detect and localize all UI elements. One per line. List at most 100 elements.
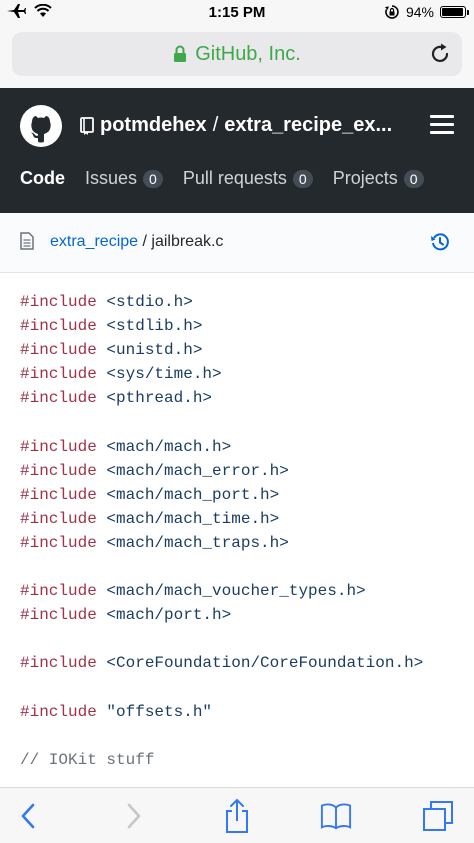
safari-top-bar: GitHub, Inc. — [0, 26, 474, 88]
battery-fill — [442, 8, 463, 16]
code-include-path: <pthread.h> — [96, 389, 213, 408]
code-include-path: <mach/mach_error.h> — [96, 461, 289, 480]
code-line: #include <unistd.h> — [20, 338, 474, 362]
code-include-path: <mach/mach_port.h> — [96, 485, 280, 504]
tab-projects[interactable]: Projects 0 — [333, 168, 424, 189]
reload-icon[interactable] — [428, 42, 452, 66]
code-keyword: #include — [20, 509, 97, 528]
code-include-path: <unistd.h> — [96, 341, 203, 360]
code-keyword: #include — [20, 461, 97, 480]
status-right: 94% — [384, 4, 469, 20]
lock-icon — [174, 45, 187, 62]
code-include-path: <mach/mach_traps.h> — [96, 533, 289, 552]
share-button[interactable] — [221, 798, 253, 833]
breadcrumb-file: jailbreak.c — [151, 233, 224, 250]
battery-icon — [440, 6, 469, 18]
breadcrumb: extra_recipe / jailbreak.c — [50, 233, 223, 251]
menu-bar — [430, 123, 454, 126]
projects-counter: 0 — [403, 169, 424, 188]
code-include-path: <mach/port.h> — [96, 606, 232, 625]
code-keyword: #include — [20, 654, 97, 673]
tabs-icon — [423, 801, 453, 831]
code-line: #include <stdlib.h> — [20, 314, 474, 338]
repo-separator: / — [212, 114, 219, 136]
back-button[interactable] — [12, 800, 44, 832]
code-line: #include <mach/mach.h> — [20, 435, 474, 459]
code-keyword: #include — [20, 293, 97, 311]
issues-counter: 0 — [143, 169, 163, 188]
tab-code-label: Code — [20, 168, 65, 188]
code-include-path: <CoreFoundation/CoreFoundation.h> — [96, 654, 424, 673]
tab-issues-label: Issues — [85, 168, 138, 188]
history-icon[interactable] — [430, 232, 450, 252]
menu-bar — [430, 115, 454, 118]
tab-projects-label: Projects — [332, 168, 398, 188]
code-line: #include "offsets.h" — [20, 700, 474, 724]
code-line: #include <mach/mach_time.h> — [20, 507, 474, 531]
code-comment: // IOKit stuff — [20, 750, 155, 769]
safari-toolbar — [0, 787, 474, 843]
code-line: #include <mach/mach_traps.h> — [20, 531, 474, 555]
code-include-path: <stdlib.h> — [96, 317, 203, 336]
breadcrumb-separator: / — [138, 233, 152, 250]
code-line: #include <mach/mach_voucher_types.h> — [20, 579, 474, 603]
code-line: #include <CoreFoundation/CoreFoundation.… — [20, 651, 474, 675]
tab-pull-requests-label: Pull requests — [182, 168, 287, 188]
github-header: potmdehex / extra_recipe_ex... Code Issu… — [0, 88, 474, 213]
code-include-path: <mach/mach_voucher_types.h> — [96, 582, 366, 601]
address-bar[interactable]: GitHub, Inc. — [12, 32, 462, 76]
code-keyword: #include — [20, 437, 97, 456]
code-keyword: #include — [20, 317, 97, 336]
code-include-path: "offsets.h" — [96, 702, 213, 721]
menu-icon[interactable] — [430, 115, 454, 135]
code-include-path: <mach/mach.h> — [96, 437, 232, 456]
file-icon — [20, 232, 34, 250]
code-keyword: #include — [20, 341, 97, 360]
back-icon — [21, 803, 35, 829]
code-line: #include <mach/port.h> — [20, 603, 474, 627]
code-keyword: #include — [20, 702, 97, 721]
tab-issues[interactable]: Issues 0 — [85, 168, 163, 189]
code-keyword: #include — [20, 365, 97, 384]
github-logo-icon[interactable] — [20, 105, 62, 147]
code-line: #include <mach/mach_error.h> — [20, 459, 474, 483]
tabs-button[interactable] — [422, 800, 454, 832]
code-line: #include <mach/mach_port.h> — [20, 483, 474, 507]
menu-bar — [430, 131, 454, 134]
code-line: #include <stdio.h> — [20, 290, 474, 314]
address-text: GitHub, Inc. — [195, 42, 301, 65]
code-include-path: <mach/mach_time.h> — [96, 509, 280, 528]
tab-code[interactable]: Code — [20, 168, 65, 189]
repo-icon — [80, 116, 94, 135]
code-line: #include <pthread.h> — [20, 386, 474, 410]
bookmarks-icon — [320, 803, 352, 830]
code-keyword: #include — [20, 485, 97, 504]
repo-title: potmdehex / extra_recipe_ex... — [80, 114, 392, 137]
code-include-path: <sys/time.h> — [96, 365, 222, 384]
repo-name[interactable]: extra_recipe_ex... — [224, 114, 392, 137]
code-keyword: #include — [20, 533, 97, 552]
battery-percent: 94% — [405, 4, 434, 20]
forward-button[interactable] — [118, 800, 150, 832]
share-icon — [226, 798, 248, 833]
code-line: #include <sys/time.h> — [20, 362, 474, 386]
code-keyword: #include — [20, 389, 97, 408]
code-include-path: <stdio.h> — [96, 293, 193, 311]
bookmarks-button[interactable] — [320, 800, 352, 832]
breadcrumb-folder-link[interactable]: extra_recipe — [50, 233, 138, 250]
tab-pull-requests[interactable]: Pull requests 0 — [183, 168, 313, 189]
rotation-lock-icon — [384, 5, 399, 19]
repo-owner[interactable]: potmdehex — [100, 114, 207, 137]
forward-icon — [127, 803, 141, 829]
pull-requests-counter: 0 — [292, 169, 313, 188]
file-breadcrumb-bar: extra_recipe / jailbreak.c — [0, 213, 474, 273]
address-center: GitHub, Inc. — [12, 32, 462, 76]
code-keyword: #include — [20, 582, 97, 601]
repo-tabs: Code Issues 0 Pull requests 0 Projects 0 — [0, 168, 424, 189]
status-bar: 1:15 PM 94% — [0, 0, 474, 26]
